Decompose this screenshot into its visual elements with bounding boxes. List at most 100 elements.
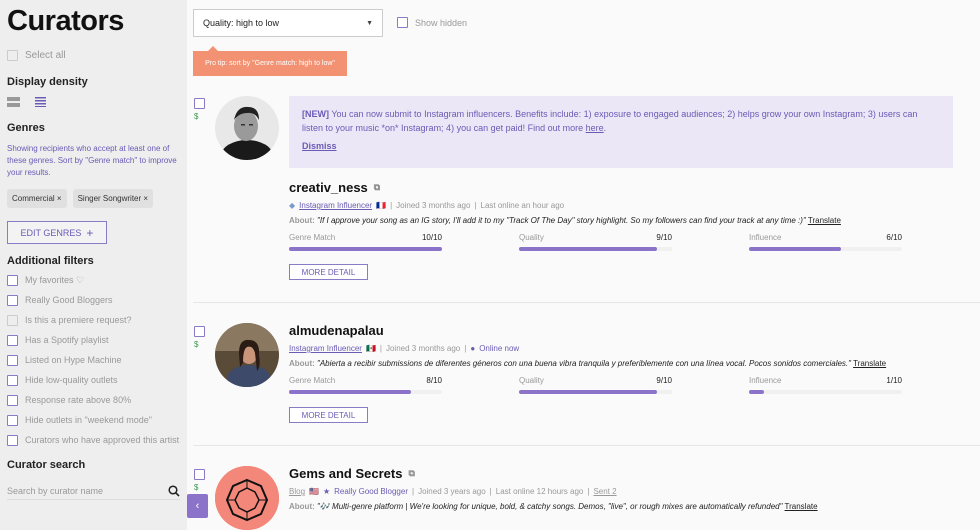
avatar[interactable] xyxy=(215,96,279,160)
sent-link[interactable]: Sent 2 xyxy=(593,487,616,496)
genre-chip-label: Commercial xyxy=(12,194,55,203)
genre-chip[interactable]: Commercial × xyxy=(7,189,67,208)
quality-fill xyxy=(519,247,657,251)
filter-checkbox[interactable] xyxy=(7,355,18,366)
curator-card: $ [NEW] You can now submit to Instagram … xyxy=(193,96,980,303)
filter-option[interactable]: Has a Spotify playlist xyxy=(7,334,180,347)
status-text: Online now xyxy=(479,344,520,353)
quality-bar xyxy=(519,247,672,251)
influence-fill xyxy=(749,247,841,251)
display-density-heading: Display density xyxy=(7,76,88,88)
quality-bar xyxy=(519,390,672,394)
joined-text: Joined 3 years ago xyxy=(418,487,486,496)
filter-checkbox[interactable] xyxy=(7,295,18,306)
status-text: Last online an hour ago xyxy=(480,201,565,210)
filter-checkbox[interactable] xyxy=(7,275,18,286)
curator-name[interactable]: almudenapalau xyxy=(289,323,384,338)
genre-chip-label: Singer Songwriter xyxy=(77,194,142,203)
curator-checkbox[interactable] xyxy=(194,326,205,337)
filter-option[interactable]: Hide low-quality outlets xyxy=(7,374,180,387)
sort-select[interactable]: Quality: high to low ▼ xyxy=(193,9,383,37)
filter-checkbox[interactable] xyxy=(7,315,18,326)
filters-list: My favorites ♡ Really Good Bloggers Is thi… xyxy=(7,274,180,447)
filter-option[interactable]: Response rate above 80% xyxy=(7,394,180,407)
metric-label: Genre Match xyxy=(289,233,336,242)
select-all-checkbox[interactable] xyxy=(7,50,18,61)
filter-option[interactable]: Hide outlets in "weekend mode" xyxy=(7,414,180,427)
filter-option[interactable]: Is this a premiere request? xyxy=(7,314,180,327)
curator-role[interactable]: Instagram Influencer xyxy=(299,201,372,210)
filter-checkbox[interactable] xyxy=(7,415,18,426)
search-icon[interactable] xyxy=(168,485,180,497)
external-link-icon[interactable]: ⧉ xyxy=(374,182,380,193)
gem-logo-icon xyxy=(215,466,279,530)
notice-text: You can now submit to Instagram influenc… xyxy=(302,109,918,133)
filter-option[interactable]: Really Good Bloggers xyxy=(7,294,180,307)
filter-label: My favorites ♡ xyxy=(25,275,85,285)
curator-info: Gems and Secrets ⧉ Blog 🇺🇸 ★ Really Good … xyxy=(289,466,980,511)
curator-card: $ Gems and Secrets ⧉ Blog 🇺🇸 ★ Really Goo… xyxy=(193,462,980,530)
genres-heading: Genres xyxy=(7,122,45,134)
sort-select-value: Quality: high to low xyxy=(203,18,280,28)
separator: | xyxy=(474,201,477,210)
filter-checkbox[interactable] xyxy=(7,335,18,346)
filter-checkbox[interactable] xyxy=(7,395,18,406)
curator-checkbox[interactable] xyxy=(194,469,205,480)
quality-value: 9/10 xyxy=(656,233,672,242)
remove-icon[interactable]: × xyxy=(143,194,148,203)
translate-link[interactable]: Translate xyxy=(853,359,886,368)
external-link-icon[interactable]: ⧉ xyxy=(408,468,414,479)
filter-checkbox[interactable] xyxy=(7,435,18,446)
curator-name[interactable]: creativ_ness xyxy=(289,180,368,195)
comfortable-density-icon[interactable] xyxy=(7,97,20,107)
notice-link[interactable]: here xyxy=(586,123,604,133)
select-all[interactable]: Select all xyxy=(7,50,180,61)
edit-genres-button[interactable]: EDIT GENRES + xyxy=(7,221,107,244)
genre-match-fill xyxy=(289,390,412,394)
about-text: "Abierta a recibir submissions de difere… xyxy=(317,359,851,368)
genre-chip[interactable]: Singer Songwriter × xyxy=(72,189,154,208)
translate-link[interactable]: Translate xyxy=(808,216,841,225)
avatar[interactable] xyxy=(215,466,279,530)
status-text: Last online 12 hours ago xyxy=(495,487,584,496)
collapse-sidebar-button[interactable]: ‹ xyxy=(187,494,208,518)
additional-filters-heading: Additional filters xyxy=(7,255,94,267)
show-hidden-toggle[interactable]: Show hidden xyxy=(397,17,467,28)
verified-icon: ◆ xyxy=(289,201,296,210)
about-label: About: xyxy=(289,216,315,225)
plus-icon: + xyxy=(86,225,94,240)
filter-label: Is this a premiere request? xyxy=(25,315,132,325)
filter-label: Really Good Bloggers xyxy=(25,295,113,305)
influence-value: 1/10 xyxy=(886,376,902,385)
more-detail-button[interactable]: MORE DETAIL xyxy=(289,407,368,423)
edit-genres-label: EDIT GENRES xyxy=(20,227,82,238)
dismiss-link[interactable]: Dismiss xyxy=(302,141,337,151)
influence-value: 6/10 xyxy=(886,233,902,242)
filter-option[interactable]: My favorites ♡ xyxy=(7,274,180,287)
metric-label: Quality xyxy=(519,233,544,242)
metric-label: Influence xyxy=(749,233,782,242)
about-text: "🎶 Multi-genre platform | We're looking … xyxy=(317,502,783,511)
filter-label: Listed on Hype Machine xyxy=(25,355,122,365)
separator: | xyxy=(464,344,467,353)
curator-checkbox[interactable] xyxy=(194,98,205,109)
filter-checkbox[interactable] xyxy=(7,375,18,386)
curator-role[interactable]: Blog xyxy=(289,487,305,496)
curator-search[interactable]: Search by curator name xyxy=(7,485,180,500)
curator-name[interactable]: Gems and Secrets xyxy=(289,466,402,481)
quality-fill xyxy=(519,390,657,394)
filter-option[interactable]: Curators who have approved this artist xyxy=(7,434,180,447)
filter-option[interactable]: Listed on Hype Machine xyxy=(7,354,180,367)
instagram-notice: [NEW] You can now submit to Instagram in… xyxy=(289,96,953,168)
paid-icon: $ xyxy=(194,483,199,492)
search-input[interactable]: Search by curator name xyxy=(7,486,103,496)
translate-link[interactable]: Translate xyxy=(785,502,818,511)
remove-icon[interactable]: × xyxy=(57,194,62,203)
metric-label: Quality xyxy=(519,376,544,385)
metric-label: Genre Match xyxy=(289,376,336,385)
more-detail-button[interactable]: MORE DETAIL xyxy=(289,264,368,280)
avatar[interactable] xyxy=(215,323,279,387)
show-hidden-checkbox[interactable] xyxy=(397,17,408,28)
curator-role[interactable]: Instagram Influencer xyxy=(289,344,362,353)
compact-density-icon[interactable] xyxy=(34,97,47,107)
